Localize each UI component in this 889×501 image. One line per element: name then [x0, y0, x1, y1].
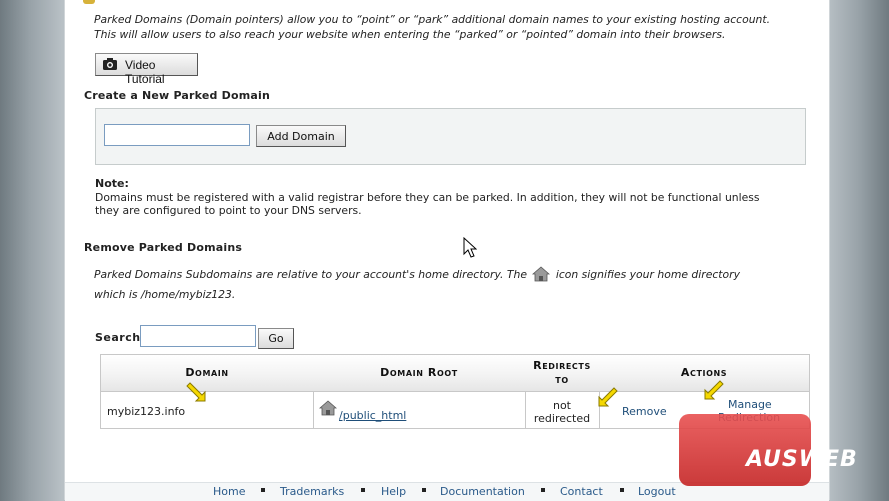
footer-documentation-link[interactable]: Documentation [440, 485, 525, 498]
remove-desc-part2: icon signifies your home directory [555, 268, 740, 281]
ausweb-logo-text: AUSWEB [746, 447, 858, 472]
arrow-icon [597, 386, 619, 411]
home-icon [318, 400, 338, 416]
remove-desc-line1: Parked Domains Subdomains are relative t… [94, 266, 740, 282]
home-icon [532, 266, 551, 282]
arrow-icon [703, 379, 725, 404]
go-button[interactable]: Go [258, 328, 294, 349]
remove-desc-part1: Parked Domains Subdomains are relative t… [94, 268, 527, 281]
add-domain-button[interactable]: Add Domain [256, 125, 346, 147]
note-text-line2: they are configured to point to your DNS… [95, 204, 362, 217]
video-tutorial-button[interactable]: Video Tutorial [95, 53, 198, 86]
row-redirect-line2: redirected [533, 412, 591, 425]
intro-text-line2: This will allow users to also reach your… [94, 28, 726, 41]
remove-link[interactable]: Remove [622, 405, 667, 418]
search-input[interactable] [140, 325, 256, 347]
header-domain[interactable]: Domain [101, 366, 313, 379]
footer-help-link[interactable]: Help [381, 485, 406, 498]
camera-icon [103, 58, 117, 70]
create-domain-panel: Add Domain [95, 108, 806, 165]
remove-desc-line2: which is /home/mybiz123. [94, 288, 236, 301]
mouse-cursor-icon [463, 236, 478, 262]
arrow-icon [185, 381, 207, 406]
note-text-line1: Domains must be registered with a valid … [95, 191, 760, 204]
header-domain-root[interactable]: Domain Root [313, 366, 525, 379]
header-redirects-line1: Redirects [533, 359, 591, 372]
footer-separator [422, 488, 426, 492]
footer-contact-link[interactable]: Contact [560, 485, 603, 498]
footer-separator [361, 488, 365, 492]
manage-redirection-link-line1[interactable]: Manage [728, 398, 772, 411]
row-domain: mybiz123.info [107, 405, 186, 418]
note-label: Note: [95, 177, 129, 190]
footer-home-link[interactable]: Home [213, 485, 245, 498]
search-label: Search [95, 331, 141, 344]
footer-separator [620, 488, 624, 492]
footer-separator [261, 488, 265, 492]
footer-logout-link[interactable]: Logout [638, 485, 676, 498]
row-domain-root-link[interactable]: /public_html [339, 409, 406, 422]
video-tutorial-label: Video Tutorial [125, 58, 165, 86]
top-icon [83, 0, 95, 4]
footer-trademarks-link[interactable]: Trademarks [280, 485, 344, 498]
intro-text-line1: Parked Domains (Domain pointers) allow y… [94, 13, 771, 26]
header-actions: Actions [680, 366, 728, 379]
footer-separator [541, 488, 545, 492]
create-section-title: Create a New Parked Domain [84, 89, 271, 102]
remove-section-title: Remove Parked Domains [84, 241, 243, 254]
new-domain-input[interactable] [104, 124, 250, 146]
row-redirect-line1: not [552, 399, 571, 412]
header-redirects-line2: to [555, 373, 569, 386]
